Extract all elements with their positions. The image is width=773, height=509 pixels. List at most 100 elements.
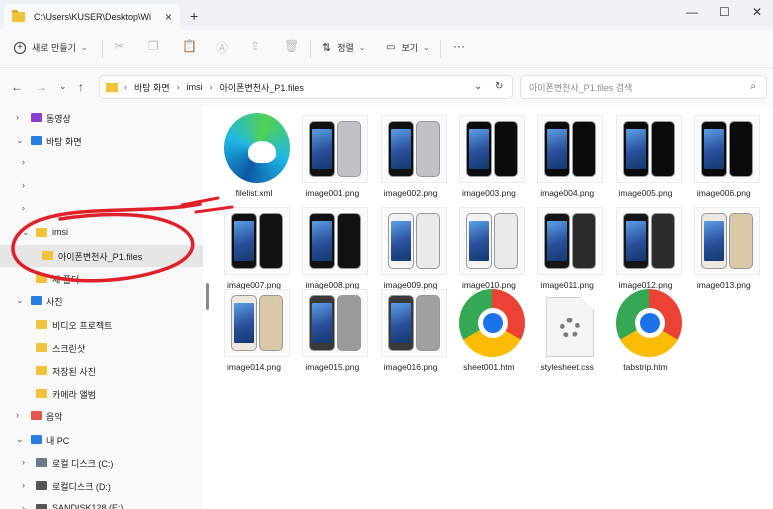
up-arrow-icon[interactable]: ↑ bbox=[78, 80, 84, 94]
image-thumbnail bbox=[302, 289, 369, 357]
chevron-right-icon[interactable]: › bbox=[22, 203, 25, 213]
phone-image bbox=[387, 213, 414, 269]
file-view: filelist.xml image001.png image002.png imag… bbox=[215, 106, 773, 509]
chevron-right-icon[interactable]: › bbox=[16, 112, 19, 122]
file-item[interactable]: tabstrip.htm bbox=[607, 285, 685, 375]
phone-image bbox=[493, 121, 518, 177]
folder-icon bbox=[36, 366, 47, 375]
copy-icon[interactable]: ❐ bbox=[148, 39, 159, 53]
file-item[interactable]: image010.png bbox=[450, 203, 528, 293]
file-item[interactable]: image008.png bbox=[293, 203, 371, 293]
minimize-button[interactable]: — bbox=[686, 5, 698, 19]
rename-icon[interactable]: Ⓐ bbox=[216, 39, 228, 56]
tab-close-icon[interactable]: × bbox=[165, 10, 172, 24]
sidebar-item[interactable]: › 음악 bbox=[0, 405, 203, 427]
sidebar-item[interactable]: ⌄ 사진 bbox=[0, 290, 203, 312]
sidebar-item[interactable]: › 로컬 디스크 (C:) bbox=[0, 452, 203, 474]
sidebar-item[interactable]: › 로컬디스크 (D:) bbox=[0, 475, 203, 497]
phone-image bbox=[309, 213, 336, 269]
file-item[interactable]: stylesheet.css bbox=[528, 285, 606, 375]
chevron-right-icon[interactable]: › bbox=[22, 480, 25, 490]
sidebar-item[interactable]: › bbox=[0, 198, 203, 220]
paste-icon[interactable]: 📋 bbox=[182, 39, 197, 53]
image-thumbnail bbox=[537, 207, 604, 275]
file-item[interactable]: image007.png bbox=[215, 203, 293, 293]
sidebar-item[interactable]: ⌄ 내 PC bbox=[0, 429, 203, 451]
sidebar-item[interactable]: 비디오 프로젝트 bbox=[0, 314, 203, 336]
back-arrow-icon[interactable]: ← bbox=[11, 80, 23, 94]
phone-screen bbox=[390, 303, 411, 343]
breadcrumb-current[interactable]: 아이폰변천사_P1.files bbox=[220, 81, 304, 94]
file-item[interactable]: image015.png bbox=[293, 285, 371, 375]
breadcrumb-imsi[interactable]: imsi bbox=[187, 82, 203, 92]
sidebar-item[interactable]: 저장된 사진 bbox=[0, 360, 203, 382]
sidebar-item[interactable]: › bbox=[0, 175, 203, 197]
sidebar-item[interactable]: ⌄ 바탕 화면 bbox=[0, 130, 203, 152]
cut-icon[interactable]: ✂ bbox=[114, 39, 124, 53]
sidebar-item[interactable]: 카메라 앨범 bbox=[0, 383, 203, 405]
file-item[interactable]: image003.png bbox=[450, 111, 528, 201]
file-item[interactable]: image013.png bbox=[685, 203, 763, 293]
address-bar[interactable]: › 바탕 화면 › imsi › 아이폰변천사_P1.files bbox=[99, 75, 513, 99]
delete-icon[interactable]: 🗑 bbox=[284, 39, 299, 53]
phone-image bbox=[415, 295, 440, 351]
recent-chevron-icon[interactable]: ⌄ bbox=[59, 81, 67, 92]
phone-image bbox=[700, 213, 727, 269]
chevron-right-icon[interactable]: › bbox=[22, 180, 25, 190]
sort-button[interactable]: ⇅ 정렬 ⌄ bbox=[322, 41, 365, 54]
chevron-down-icon[interactable]: ⌄ bbox=[22, 227, 30, 238]
view-button[interactable]: ▭ 보기 ⌄ bbox=[386, 41, 430, 54]
chevron-right-icon[interactable]: › bbox=[22, 457, 25, 467]
phone-image bbox=[544, 213, 571, 269]
window-tab[interactable]: C:\Users\KUSER\Desktop\Wi × bbox=[4, 4, 180, 30]
more-options-button[interactable]: ··· bbox=[453, 39, 465, 53]
file-item[interactable]: image012.png bbox=[607, 203, 685, 293]
phone-screen bbox=[390, 129, 411, 169]
sidebar-item[interactable]: › bbox=[0, 152, 203, 174]
forward-arrow-icon[interactable]: → bbox=[35, 80, 47, 94]
sidebar-item[interactable]: ⌄ imsi bbox=[0, 222, 203, 244]
chevron-right-icon[interactable]: › bbox=[22, 503, 25, 509]
file-item[interactable]: image011.png bbox=[528, 203, 606, 293]
new-button[interactable]: + 새로 만들기 ⌄ bbox=[14, 41, 88, 54]
chevron-right-icon[interactable]: › bbox=[16, 410, 19, 420]
search-box[interactable]: 아이폰변천사_P1.files 검색 ⌕ bbox=[520, 75, 767, 99]
sidebar-item[interactable]: 새 폴더 bbox=[0, 268, 203, 290]
breadcrumb-desktop[interactable]: 바탕 화면 bbox=[134, 81, 170, 94]
file-item[interactable]: sheet001.htm bbox=[450, 285, 528, 375]
image-thumbnail bbox=[458, 115, 525, 183]
phone-image bbox=[650, 121, 675, 177]
folder-icon bbox=[36, 320, 47, 329]
file-item[interactable]: image016.png bbox=[372, 285, 450, 375]
phone-image bbox=[337, 121, 362, 177]
new-tab-button[interactable]: + bbox=[190, 8, 198, 24]
chevron-down-icon[interactable]: ⌄ bbox=[16, 295, 24, 306]
sidebar-item[interactable]: › 동영상 bbox=[0, 107, 203, 129]
file-item[interactable]: image004.png bbox=[528, 111, 606, 201]
chevron-right-icon[interactable]: › bbox=[22, 157, 25, 167]
document-icon bbox=[546, 297, 595, 357]
chevron-down-icon: ⌄ bbox=[80, 43, 88, 52]
sidebar-item[interactable]: 아이폰변천사_P1.files bbox=[0, 245, 203, 267]
chevron-down-icon[interactable]: ⌄ bbox=[16, 135, 24, 146]
file-item[interactable]: image006.png bbox=[685, 111, 763, 201]
sidebar-item[interactable]: › SANDISK128 (E:) bbox=[0, 498, 203, 509]
file-item[interactable]: image014.png bbox=[215, 285, 293, 375]
close-button[interactable]: ✕ bbox=[752, 5, 762, 19]
maximize-button[interactable]: ☐ bbox=[719, 5, 730, 19]
phone-screen bbox=[547, 129, 568, 169]
file-item[interactable]: filelist.xml bbox=[215, 111, 293, 201]
breadcrumb-separator: › bbox=[124, 82, 127, 92]
share-icon[interactable]: ⇪ bbox=[250, 39, 260, 53]
drive-icon bbox=[36, 458, 47, 467]
address-dropdown-icon[interactable]: ⌄ bbox=[474, 81, 482, 92]
refresh-icon[interactable]: ↻ bbox=[495, 81, 503, 92]
file-item[interactable]: image002.png bbox=[372, 111, 450, 201]
file-item[interactable]: image009.png bbox=[372, 203, 450, 293]
search-icon: ⌕ bbox=[750, 81, 756, 92]
sidebar-item[interactable]: 스크린샷 bbox=[0, 337, 203, 359]
chevron-down-icon[interactable]: ⌄ bbox=[16, 434, 24, 445]
pc-icon bbox=[31, 435, 42, 444]
file-item[interactable]: image005.png bbox=[607, 111, 685, 201]
file-item[interactable]: image001.png bbox=[293, 111, 371, 201]
